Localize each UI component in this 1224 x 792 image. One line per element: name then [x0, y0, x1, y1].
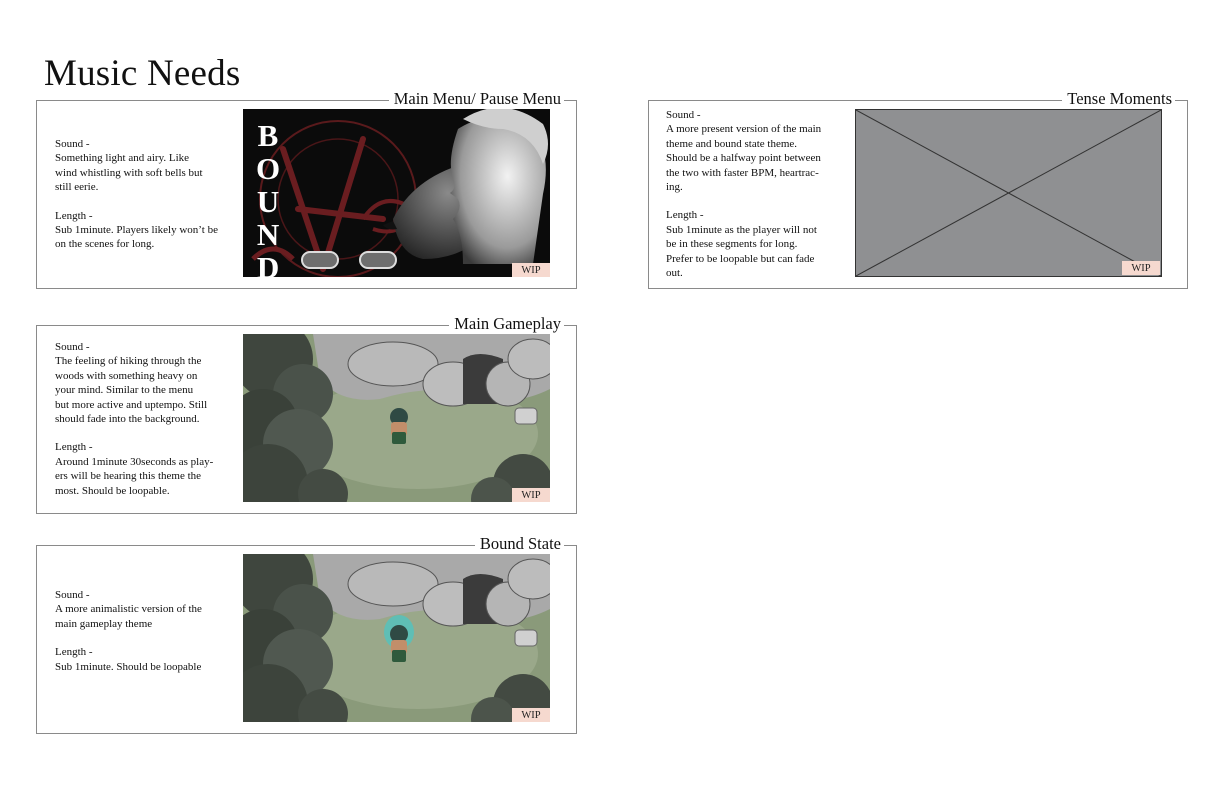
length-line: ers will be hearing this theme the	[55, 470, 202, 483]
sound-line: A more present version of the main	[666, 123, 822, 136]
logo-letter: D	[256, 250, 280, 277]
menu-button	[301, 251, 339, 269]
sound-label: Sound -	[55, 341, 90, 353]
sound-label: Sound -	[666, 109, 701, 121]
logo-letter: O	[255, 151, 281, 186]
wip-badge: WIP	[1122, 261, 1160, 275]
main-gameplay-panel: Main Gameplay Sound - The feeling of hik…	[36, 314, 577, 514]
sound-line: main gameplay theme	[55, 617, 153, 630]
sound-label: Sound -	[55, 138, 90, 150]
length-label: Length -	[55, 441, 93, 454]
wip-badge: WIP	[512, 488, 550, 502]
logo-letter: N	[256, 217, 280, 252]
wip-badge: WIP	[512, 263, 550, 277]
panel-text: Sound - A more animalistic version of th…	[55, 588, 240, 674]
sound-line: ing.	[666, 181, 683, 194]
length-label: Length -	[666, 209, 704, 222]
sound-label: Sound -	[55, 589, 90, 601]
panel-title: Main Menu/ Pause Menu	[388, 89, 564, 109]
length-line: Sub 1minute. Players likely won’t be	[55, 224, 218, 237]
panel-title: Main Gameplay	[449, 314, 564, 334]
panel-title: Bound State	[474, 534, 564, 554]
forest-scene	[243, 334, 550, 502]
placeholder-cross	[856, 110, 1161, 276]
length-line: most. Should be loopable.	[55, 484, 170, 497]
length-line: Prefer to be loopable but can fade	[666, 252, 815, 265]
menu-artwork	[251, 109, 548, 277]
main-menu-screenshot: B O U N D WIP	[243, 109, 550, 277]
length-label: Length -	[55, 209, 93, 222]
panel-title: Tense Moments	[1062, 89, 1175, 109]
logo-letter: U	[256, 184, 280, 219]
panel-text: Sound - Something light and airy. Like w…	[55, 137, 235, 252]
tense-moments-panel: Tense Moments Sound - A more present ver…	[648, 89, 1188, 289]
menu-button	[359, 251, 397, 269]
panel-text: Sound - A more present version of the ma…	[666, 108, 851, 280]
bound-logo: B O U N D	[255, 118, 281, 277]
sound-line: wind whistling with soft bells but	[55, 166, 203, 179]
sound-line: Should be a halfway point between	[666, 152, 821, 165]
page-title: Music Needs	[44, 53, 241, 94]
gameplay-screenshot: WIP	[243, 334, 550, 502]
sound-line: but more active and uptempo. Still	[55, 398, 208, 411]
length-line: Sub 1minute as the player will not	[666, 223, 817, 236]
sound-line: the two with faster BPM, heartrac-	[666, 166, 819, 179]
length-line: out.	[666, 267, 683, 280]
length-line: be in these segments for long.	[666, 238, 798, 251]
logo-letter: B	[257, 118, 279, 153]
sound-line: Something light and airy. Like	[55, 152, 190, 165]
length-line: Sub 1minute. Should be loopable	[55, 660, 202, 673]
length-line: Around 1minute 30seconds as play-	[55, 455, 214, 468]
panel-text: Sound - The feeling of hiking through th…	[55, 340, 240, 498]
bound-state-panel: Bound State Sound - A more animalistic v…	[36, 534, 577, 734]
forest-scene	[243, 554, 550, 722]
sound-line: The feeling of hiking through the	[55, 355, 202, 368]
sound-line: woods with something heavy on	[55, 369, 198, 382]
main-menu-panel: Main Menu/ Pause Menu Sound - Something …	[36, 89, 577, 289]
image-placeholder: WIP	[855, 109, 1162, 277]
bound-state-screenshot: WIP	[243, 554, 550, 722]
sound-line: your mind. Similar to the menu	[55, 384, 194, 397]
length-line: on the scenes for long.	[55, 238, 155, 251]
sound-line: A more animalistic version of the	[55, 603, 202, 616]
length-label: Length -	[55, 646, 93, 659]
wip-badge: WIP	[512, 708, 550, 722]
sound-line: theme and bound state theme.	[666, 137, 798, 150]
sound-line: still eerie.	[55, 181, 99, 194]
sound-line: should fade into the background.	[55, 413, 200, 426]
